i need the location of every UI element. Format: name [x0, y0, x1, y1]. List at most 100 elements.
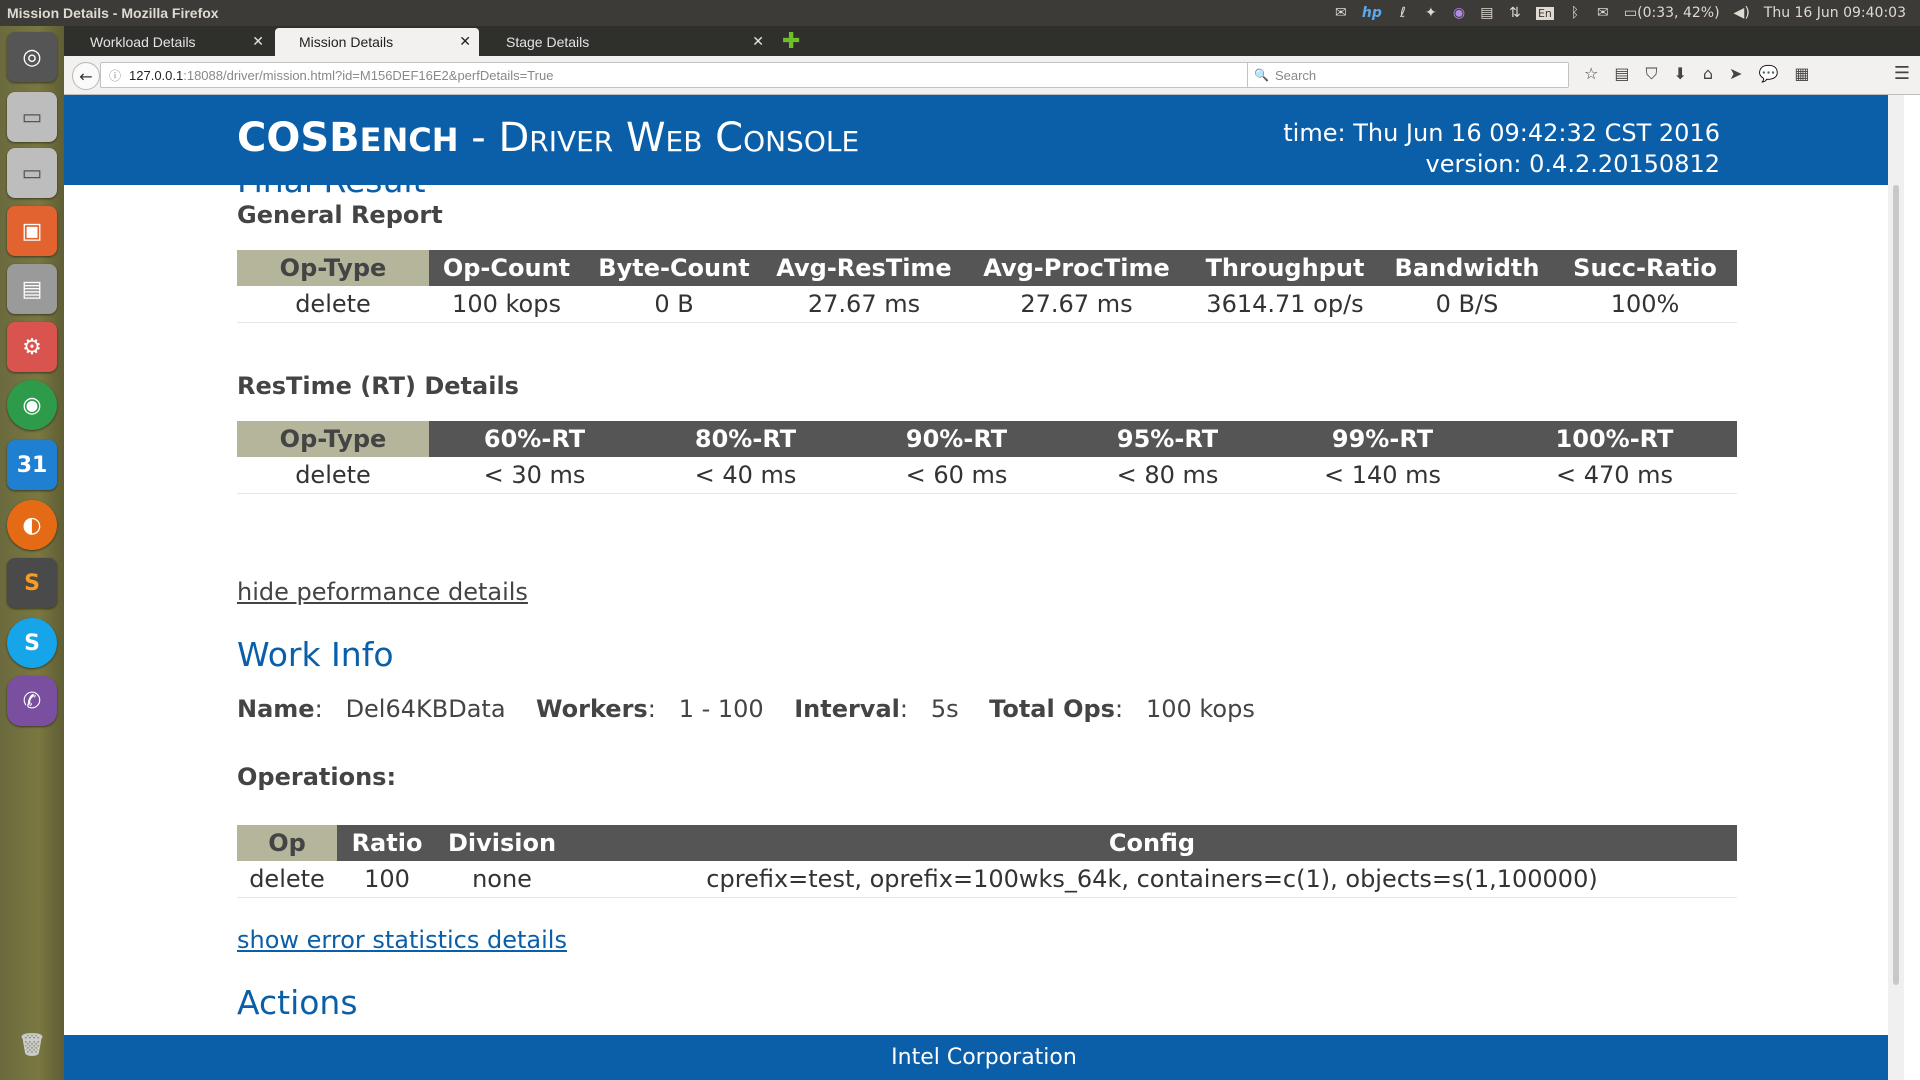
battery-status: (0:33, 42%): [1637, 5, 1720, 21]
mail-icon[interactable]: ✉: [1334, 5, 1348, 21]
table-cell: 27.67 ms: [764, 286, 964, 323]
extension-icon[interactable]: ▦: [1794, 64, 1809, 84]
workers-label: Workers: [536, 695, 648, 723]
bluetooth-icon[interactable]: ᛒ: [1568, 5, 1582, 21]
column-header: Throughput: [1189, 250, 1381, 286]
scrollbar-thumb[interactable]: [1893, 185, 1899, 985]
ubuntu-dash-icon[interactable]: ◎: [7, 32, 57, 82]
tab-workload-details[interactable]: Workload Details ✕: [66, 28, 272, 56]
send-icon[interactable]: ➤: [1729, 64, 1742, 84]
show-error-statistics-link[interactable]: show error statistics details: [237, 926, 567, 954]
sublime-text-icon[interactable]: S: [7, 558, 57, 608]
table-row: delete 100 none cprefix=test, oprefix=10…: [237, 861, 1737, 898]
clock[interactable]: Thu 16 Jun 09:40:03: [1764, 5, 1906, 21]
table-cell: cprefix=test, oprefix=100wks_64k, contai…: [567, 861, 1737, 898]
battery-indicator[interactable]: ▭(0:33, 42%): [1624, 5, 1720, 21]
battery-icon: ▭: [1623, 5, 1638, 21]
firefox-icon[interactable]: ◐: [7, 500, 57, 550]
page-footer: Intel Corporation: [64, 1035, 1904, 1080]
tab-label: Stage Details: [506, 34, 590, 50]
viber-icon[interactable]: ✆: [7, 676, 57, 726]
search-icon: 🔍: [1254, 68, 1269, 82]
name-value: Del64KBData: [345, 695, 506, 723]
total-ops-value: 100 kops: [1145, 695, 1255, 723]
system-settings-icon[interactable]: ⚙: [7, 322, 57, 372]
files-icon[interactable]: ▣: [7, 206, 57, 256]
column-header: Op-Count: [429, 250, 584, 286]
launcher: ◎ ▭ ▭ ▣ ▤ ⚙ ◉ 31 ◐ S S ✆ 🗑: [0, 26, 65, 1080]
site-info-icon[interactable]: ⓘ: [109, 67, 121, 84]
home-icon[interactable]: ⌂: [1703, 64, 1713, 84]
clipboard-icon[interactable]: ▤: [1480, 5, 1494, 21]
back-arrow-icon: ←: [79, 66, 93, 86]
table-row: delete < 30 ms < 40 ms < 60 ms < 80 ms <…: [237, 457, 1737, 494]
hp-icon[interactable]: hp: [1362, 5, 1382, 21]
vertical-scrollbar[interactable]: [1888, 95, 1904, 1080]
column-header: Bandwidth: [1381, 250, 1553, 286]
drive-icon[interactable]: ▭: [7, 92, 57, 142]
new-tab-icon[interactable]: ✚: [782, 29, 800, 54]
dropbox-icon[interactable]: ✦: [1424, 5, 1438, 21]
toolbar-icons: ☆ ▤ ⛉ ⬇ ⌂ ➤ 💬 ▦: [1584, 64, 1810, 84]
tab-stage-details[interactable]: Stage Details ✕: [482, 28, 772, 56]
volume-icon[interactable]: ◀): [1734, 5, 1750, 21]
search-box[interactable]: 🔍 Search: [1247, 62, 1569, 88]
close-tab-icon[interactable]: ✕: [252, 33, 264, 50]
table-cell: 0 B: [584, 286, 764, 323]
system-tray: ✉ hp ℓ ✦ ◉ ▤ ⇅ En ᛒ ✉ ▭(0:33, 42%) ◀) Th…: [1334, 0, 1906, 26]
hamburger-menu-icon[interactable]: ☰: [1894, 63, 1910, 84]
pocket-icon[interactable]: ⛉: [1645, 64, 1657, 84]
tab-mission-details[interactable]: Mission Details ✕: [275, 28, 479, 56]
brand-separator: -: [458, 115, 499, 161]
separator: :: [647, 695, 656, 723]
page-header: COSBENCH - Driver Web Console time: Thu …: [64, 95, 1904, 185]
tab-label: Workload Details: [90, 34, 196, 50]
table-cell: < 60 ms: [851, 457, 1062, 494]
brand-subtitle: Driver Web Console: [498, 115, 860, 161]
table-cell: 27.67 ms: [964, 286, 1189, 323]
interval-label: Interval: [794, 695, 900, 723]
calendar-day: 31: [16, 452, 48, 478]
table-header-row: Op-Type Op-Count Byte-Count Avg-ResTime …: [237, 250, 1737, 286]
footer-text: Intel Corporation: [891, 1045, 1077, 1070]
calendar-icon[interactable]: 31: [7, 440, 57, 490]
column-header: 60%-RT: [429, 421, 640, 457]
url-bar[interactable]: ⓘ 127.0.0.1:18088/driver/mission.html?id…: [100, 62, 1276, 88]
bookmark-star-icon[interactable]: ☆: [1584, 64, 1598, 84]
total-ops-label: Total Ops: [989, 695, 1115, 723]
hide-performance-details-link[interactable]: hide peformance details: [237, 578, 528, 606]
file-cabinet-icon[interactable]: ▤: [7, 264, 57, 314]
table-cell: delete: [237, 457, 429, 494]
trash-icon[interactable]: 🗑: [7, 1020, 57, 1070]
column-header: 100%-RT: [1492, 421, 1737, 457]
back-button[interactable]: ←: [72, 62, 100, 90]
messages-icon[interactable]: ✉: [1596, 5, 1610, 21]
tab-label: Mission Details: [299, 34, 394, 50]
table-cell: 0 B/S: [1381, 286, 1553, 323]
general-report-heading: General Report: [237, 201, 443, 229]
column-header: Succ-Ratio: [1553, 250, 1737, 286]
close-tab-icon[interactable]: ✕: [752, 33, 764, 50]
url-host: 127.0.0.1: [129, 67, 184, 83]
brand-ench: ENCH: [359, 121, 459, 159]
skype-icon[interactable]: S: [7, 618, 57, 668]
system-top-bar: Mission Details - Mozilla Firefox ✉ hp ℓ…: [0, 0, 1920, 26]
workers-value: 1 - 100: [678, 695, 764, 723]
drive-icon-2[interactable]: ▭: [7, 148, 57, 198]
keyboard-layout-indicator[interactable]: En: [1535, 6, 1554, 20]
reading-list-icon[interactable]: ▤: [1614, 64, 1629, 84]
table-cell: 100: [337, 861, 437, 898]
operations-table: Op Ratio Division Config delete 100 none…: [237, 825, 1737, 898]
column-header: 95%-RT: [1062, 421, 1273, 457]
thermometer-icon[interactable]: ℓ: [1396, 5, 1410, 21]
chrome-icon[interactable]: ◉: [7, 380, 57, 430]
column-header: 90%-RT: [851, 421, 1062, 457]
chat-icon[interactable]: 💬: [1758, 64, 1778, 84]
table-header-row: Op-Type 60%-RT 80%-RT 90%-RT 95%-RT 99%-…: [237, 421, 1737, 457]
header-meta: time: Thu Jun 16 09:42:32 CST 2016 versi…: [1283, 118, 1720, 180]
table-cell: 100%: [1553, 286, 1737, 323]
network-icon[interactable]: ⇅: [1508, 5, 1522, 21]
download-icon[interactable]: ⬇: [1673, 64, 1686, 84]
close-tab-icon[interactable]: ✕: [459, 33, 471, 50]
viber-tray-icon[interactable]: ◉: [1452, 5, 1466, 21]
